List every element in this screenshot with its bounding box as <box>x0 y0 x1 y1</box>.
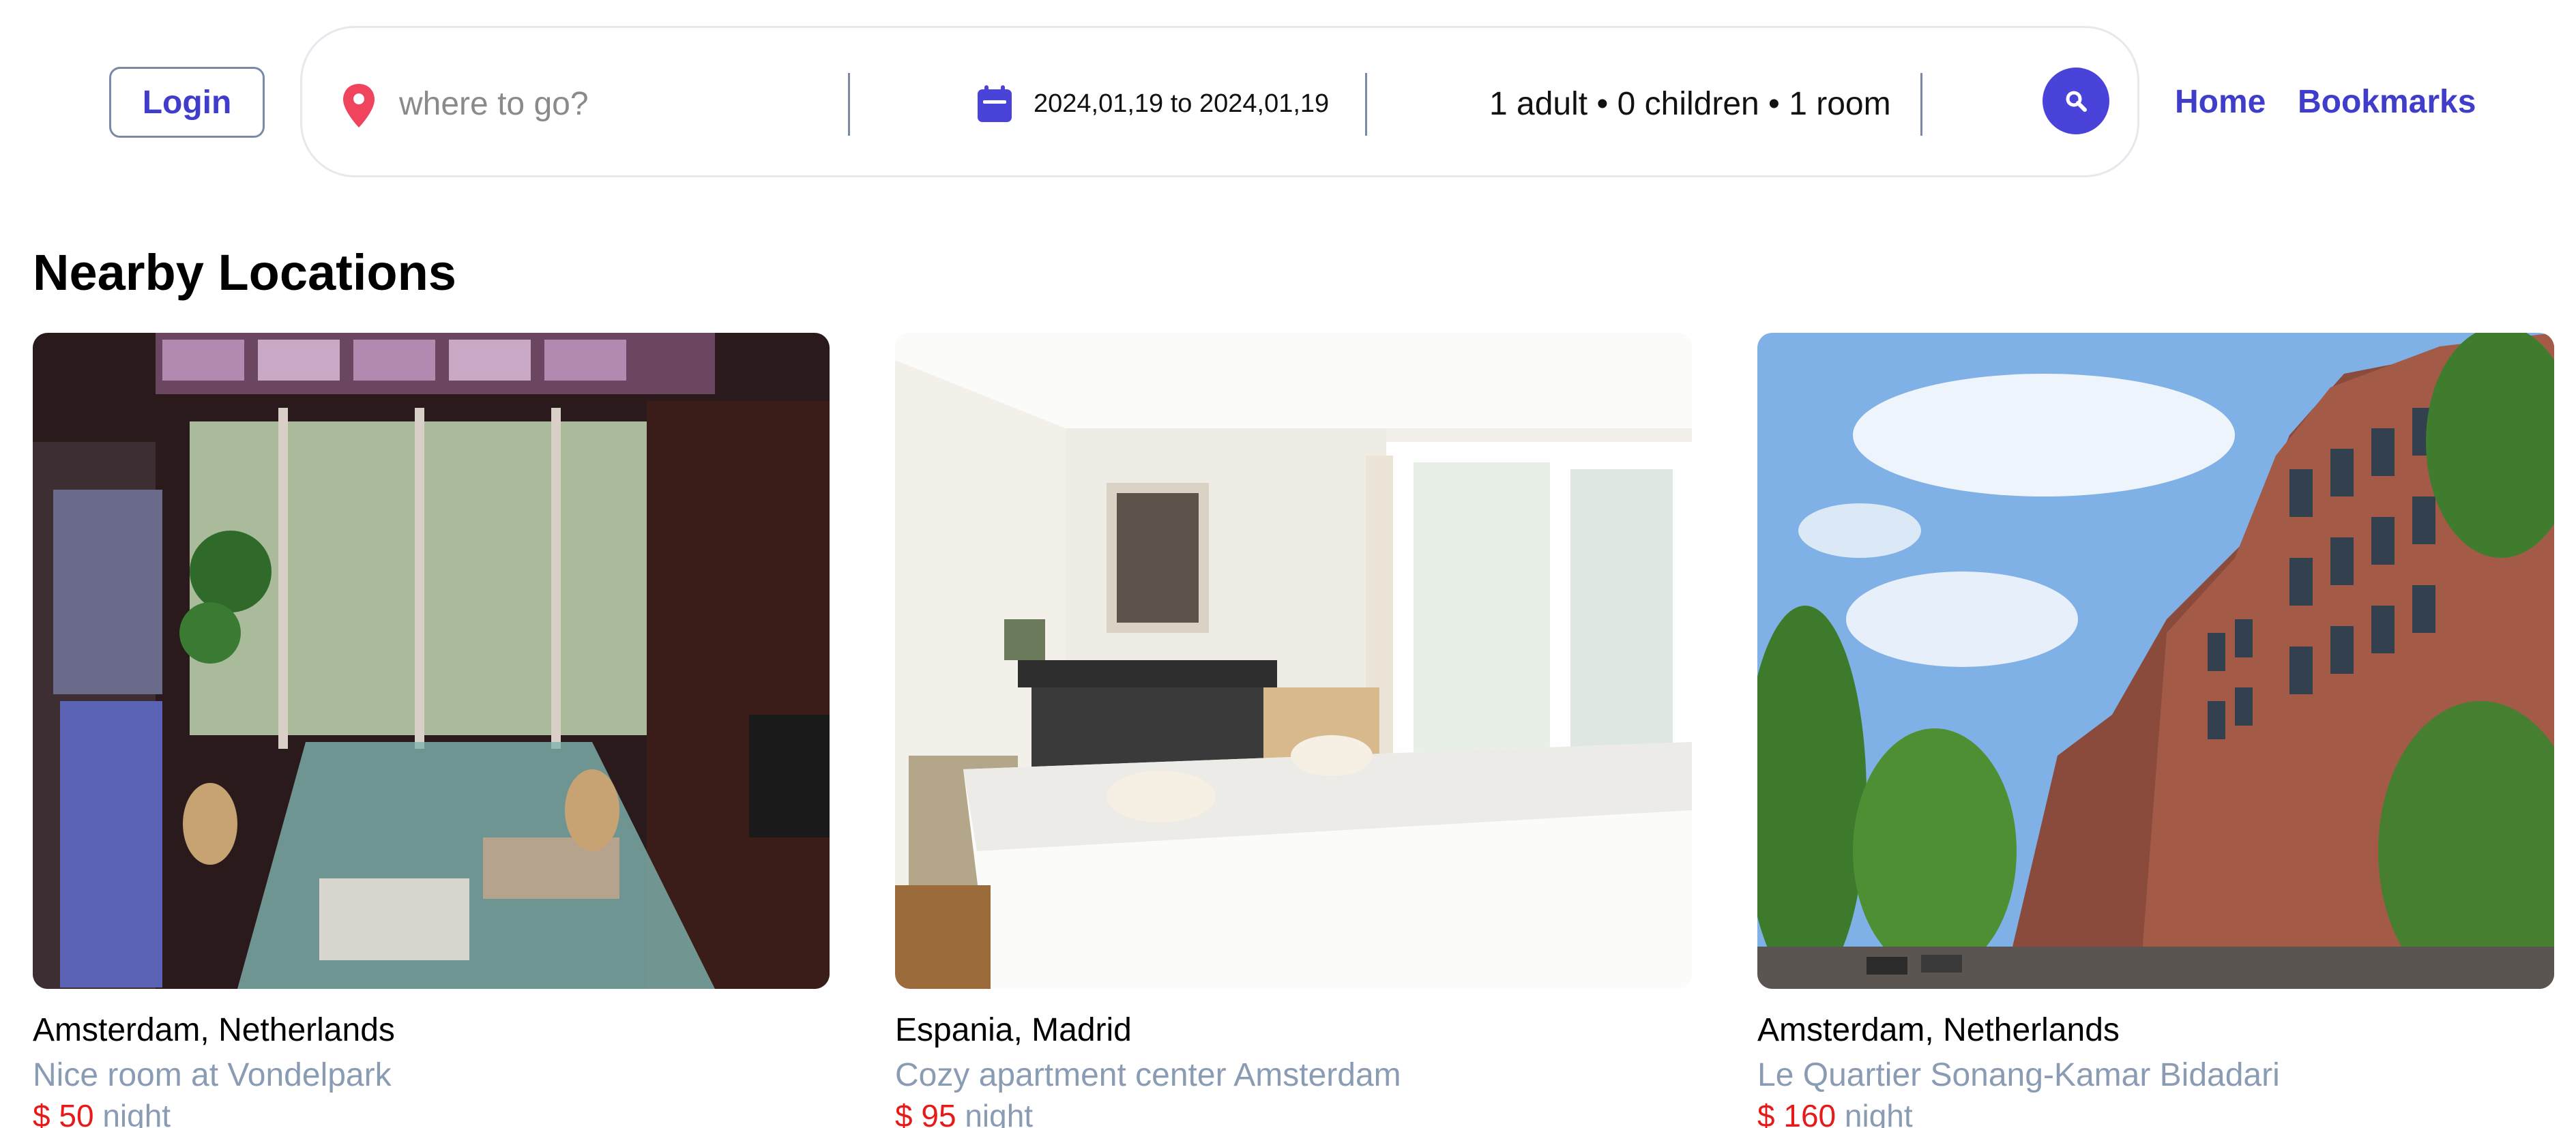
street-photo-image <box>1757 333 2554 989</box>
date-range-picker[interactable]: 2024,01,19 to 2024,01,19 <box>1034 87 1329 121</box>
card-title[interactable]: Cozy apartment center Amsterdam <box>895 1056 1692 1095</box>
search-divider <box>1365 73 1367 136</box>
card-location: Amsterdam, Netherlands <box>33 1012 395 1048</box>
guests-selector[interactable]: 1 adult • 0 children • 1 room <box>1489 84 1891 125</box>
price-amount: $ 160 <box>1757 1098 1836 1128</box>
page: Login 2024,01,19 to 2024,01,19 1 adult •… <box>0 0 2576 1128</box>
search-button[interactable] <box>2043 68 2109 134</box>
search-icon <box>2066 91 2087 112</box>
location-card[interactable]: Amsterdam, Netherlands Le Quartier Sonan… <box>1757 333 2554 1128</box>
search-divider <box>1920 73 1922 136</box>
card-price: $ 50 night <box>33 1097 830 1128</box>
location-pin-icon <box>343 84 375 128</box>
location-photo[interactable] <box>895 333 1692 989</box>
location-card[interactable]: Amsterdam, Netherlands Nice room at Vond… <box>33 333 830 1128</box>
card-title[interactable]: Le Quartier Sonang-Kamar Bidadari <box>1757 1056 2554 1095</box>
nav-home-link[interactable]: Home <box>2175 82 2266 123</box>
search-bar: 2024,01,19 to 2024,01,19 1 adult • 0 chi… <box>300 26 2139 177</box>
location-search-input[interactable] <box>398 76 837 132</box>
calendar-icon[interactable] <box>974 84 1015 125</box>
price-amount: $ 50 <box>33 1098 94 1128</box>
price-unit: night <box>965 1098 1034 1128</box>
price-unit: night <box>1844 1098 1913 1128</box>
location-card[interactable]: Espania, Madrid Cozy apartment center Am… <box>895 333 1692 1128</box>
login-button[interactable]: Login <box>109 67 265 138</box>
card-price: $ 95 night <box>895 1097 1692 1128</box>
card-title[interactable]: Nice room at Vondelpark <box>33 1056 830 1095</box>
location-photo[interactable] <box>1757 333 2554 989</box>
search-divider <box>848 73 850 136</box>
bedroom-photo-image <box>895 333 1692 989</box>
card-location: Espania, Madrid <box>895 1012 1132 1048</box>
location-photo[interactable] <box>33 333 830 989</box>
section-title: Nearby Locations <box>33 244 456 301</box>
room-photo-image <box>33 333 830 989</box>
nav-bookmarks-link[interactable]: Bookmarks <box>2298 82 2476 123</box>
card-price: $ 160 night <box>1757 1097 2554 1128</box>
price-unit: night <box>102 1098 171 1128</box>
card-location: Amsterdam, Netherlands <box>1757 1012 2120 1048</box>
price-amount: $ 95 <box>895 1098 956 1128</box>
